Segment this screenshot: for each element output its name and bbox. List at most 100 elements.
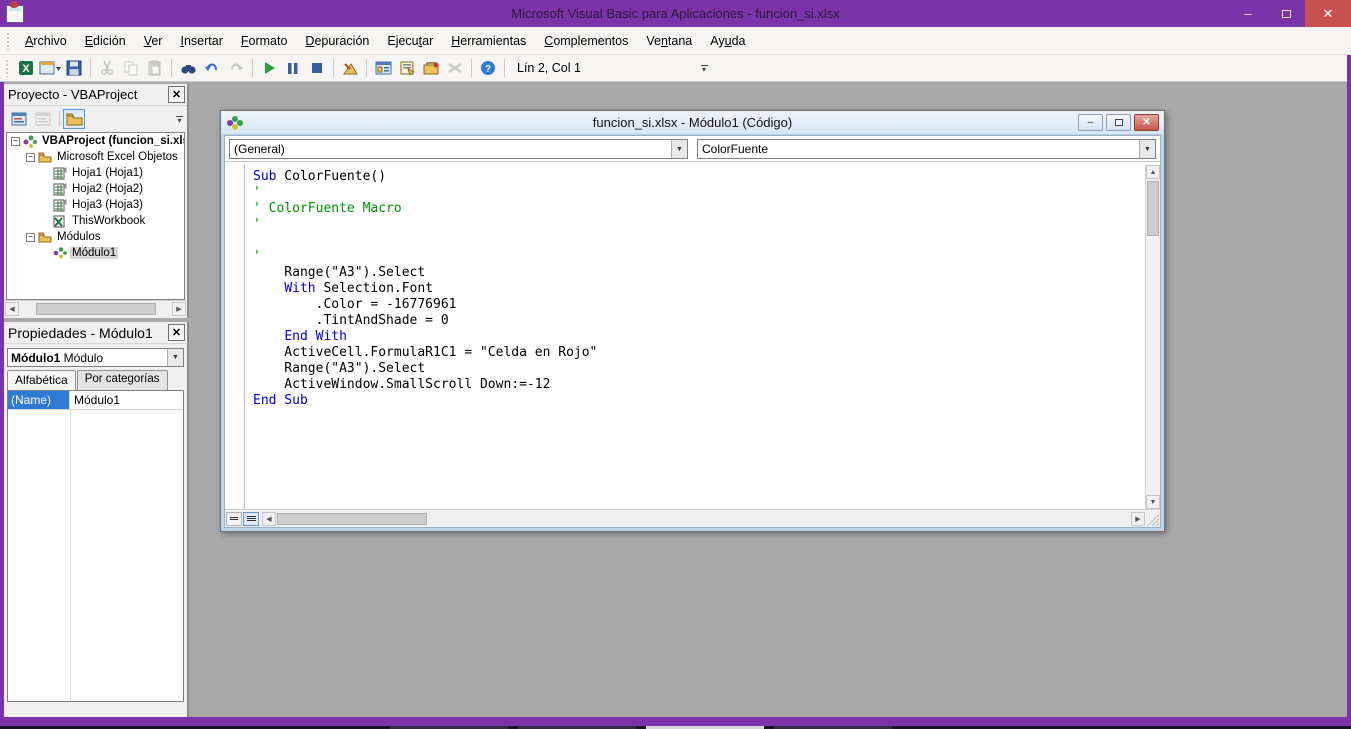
code-line[interactable] [253, 233, 597, 249]
menubar-grip-handle[interactable] [6, 32, 10, 50]
code-close-button[interactable]: ✕ [1134, 114, 1159, 131]
code-restore-button[interactable] [1106, 114, 1131, 131]
help-icon[interactable]: ? [477, 58, 499, 78]
scroll-right-icon[interactable]: ▶ [172, 302, 186, 316]
dropdown-arrow-icon[interactable]: ▼ [671, 140, 687, 158]
object-dropdown[interactable]: (General) ▼ [229, 139, 688, 159]
tree-item-label: Módulos [55, 231, 102, 243]
menu-item-herramientas[interactable]: Herramientas [442, 30, 535, 52]
menu-item-ejecutar[interactable]: Ejecutar [378, 30, 442, 52]
hscroll-thumb[interactable] [36, 303, 156, 315]
project-panel-overflow-button[interactable]: ▾ [173, 109, 186, 129]
tree-item-microsoftexcelobjetos[interactable]: −Microsoft Excel Objetos [7, 149, 184, 165]
dropdown-arrow-icon[interactable]: ▼ [167, 349, 183, 366]
menu-item-archivo[interactable]: Archivo [16, 30, 76, 52]
full-module-view-button[interactable] [243, 512, 259, 526]
view-object-icon[interactable] [32, 109, 54, 129]
scroll-left-icon[interactable]: ◀ [262, 512, 276, 526]
menu-item-insertar[interactable]: Insertar [171, 30, 231, 52]
menu-item-complementos[interactable]: Complementos [535, 30, 637, 52]
run-icon[interactable] [258, 58, 280, 78]
code-line[interactable]: ActiveWindow.SmallScroll Down:=-12 [253, 377, 597, 393]
tree-item-modulos[interactable]: − Módulos [7, 229, 184, 245]
tree-item-vbaprojectfuncionsixlsx[interactable]: −VBAProject (funcion_si.xlsx) [7, 133, 184, 149]
procedure-dropdown[interactable]: ColorFuente ▼ [697, 139, 1156, 159]
copy-icon [120, 58, 142, 78]
toolbar-separator [333, 59, 334, 77]
line-col-indicator: Lín 2, Col 1 [517, 61, 697, 75]
menu-item-ayuda[interactable]: Ayuda [701, 30, 754, 52]
project-explorer-icon[interactable] [372, 58, 394, 78]
code-line[interactable]: End With [253, 329, 597, 345]
toggle-folders-icon[interactable] [63, 109, 85, 129]
tab-alfabetica[interactable]: Alfabética [7, 370, 76, 390]
break-icon[interactable] [282, 58, 304, 78]
menu-item-depuracion[interactable]: Depuración [296, 30, 378, 52]
code-vscrollbar[interactable]: ▲ ▼ [1145, 165, 1160, 509]
code-line[interactable]: With Selection.Font [253, 281, 597, 297]
collapse-icon[interactable]: − [26, 153, 35, 162]
property-row[interactable]: (Name)Módulo1 [8, 391, 183, 410]
property-value[interactable]: Módulo1 [70, 391, 124, 409]
project-panel-close-button[interactable]: ✕ [168, 86, 185, 103]
minimize-button[interactable]: – [1229, 0, 1267, 27]
scroll-right-icon[interactable]: ▶ [1131, 512, 1145, 526]
close-button[interactable]: ✕ [1305, 0, 1351, 27]
scroll-down-icon[interactable]: ▼ [1146, 495, 1160, 509]
design-mode-icon[interactable] [339, 58, 361, 78]
properties-window-icon[interactable] [396, 58, 418, 78]
save-icon[interactable] [63, 58, 85, 78]
tab-porcategorias[interactable]: Por categorías [77, 370, 168, 390]
code-line[interactable]: ' [253, 217, 597, 233]
tree-item-thisworkbook[interactable]: ThisWorkbook [7, 213, 184, 229]
code-line[interactable]: .Color = -16776961 [253, 297, 597, 313]
collapse-icon[interactable]: − [11, 137, 20, 146]
collapse-icon[interactable]: − [26, 233, 35, 242]
code-line[interactable]: ' [253, 249, 597, 265]
dropdown-arrow-icon[interactable]: ▼ [1139, 140, 1155, 158]
code-line[interactable]: End Sub [253, 393, 597, 409]
find-icon[interactable] [177, 58, 199, 78]
properties-panel-close-button[interactable]: ✕ [168, 324, 185, 341]
insert-userform-icon[interactable] [39, 58, 61, 78]
object-browser-icon[interactable] [420, 58, 442, 78]
menu-item-ventana[interactable]: Ventana [637, 30, 701, 52]
toolbar-grip-handle[interactable] [5, 59, 9, 77]
vscroll-thumb[interactable] [1147, 181, 1159, 236]
menu-item-ver[interactable]: Ver [135, 30, 172, 52]
tree-item-modulo1[interactable]: Módulo1 [7, 245, 184, 261]
excel-icon[interactable]: X [15, 58, 37, 78]
scroll-up-icon[interactable]: ▲ [1146, 165, 1160, 179]
reset-icon[interactable] [306, 58, 328, 78]
code-line[interactable]: Range("A3").Select [253, 361, 597, 377]
view-code-icon[interactable] [8, 109, 30, 129]
menu-item-edicion[interactable]: Edición [76, 30, 135, 52]
code-line[interactable]: ' ColorFuente Macro [253, 201, 597, 217]
code-line[interactable]: Range("A3").Select [253, 265, 597, 281]
code-editor[interactable]: Sub ColorFuente()'' ColorFuente Macro' '… [225, 165, 1145, 509]
code-minimize-button[interactable]: – [1078, 114, 1103, 131]
code-window-titlebar[interactable]: funcion_si.xlsx - Módulo1 (Código) – ✕ [221, 111, 1164, 135]
project-panel-title: Proyecto - VBAProject [8, 87, 137, 102]
code-line[interactable]: Sub ColorFuente() [253, 169, 597, 185]
procedure-view-button[interactable] [226, 512, 242, 526]
scroll-left-icon[interactable]: ◀ [5, 302, 19, 316]
tree-item-hoja1hoja1[interactable]: Hoja1 (Hoja1) [7, 165, 184, 181]
code-line[interactable]: .TintAndShade = 0 [253, 313, 597, 329]
undo-icon[interactable] [201, 58, 223, 78]
project-tree-hscrollbar[interactable]: ◀ ▶ [4, 300, 187, 316]
hscroll-thumb[interactable] [277, 513, 427, 525]
code-window-title: funcion_si.xlsx - Módulo1 (Código) [221, 115, 1164, 130]
menu-item-formato[interactable]: Formato [232, 30, 297, 52]
maximize-button[interactable] [1267, 0, 1305, 27]
code-margin-indicator-bar[interactable] [225, 165, 245, 509]
toolbar-overflow-button[interactable]: ▾ [697, 58, 711, 78]
code-line[interactable]: ' [253, 185, 597, 201]
tree-item-hoja2hoja2[interactable]: Hoja2 (Hoja2) [7, 181, 184, 197]
code-line[interactable]: ActiveCell.FormulaR1C1 = "Celda en Rojo" [253, 345, 597, 361]
tree-item-hoja3hoja3[interactable]: Hoja3 (Hoja3) [7, 197, 184, 213]
resize-grip[interactable] [1147, 514, 1159, 526]
project-icon [23, 135, 37, 148]
code-text[interactable]: Sub ColorFuente()'' ColorFuente Macro' '… [253, 169, 597, 409]
object-selector-dropdown[interactable]: Módulo1 Módulo ▼ [7, 348, 184, 367]
